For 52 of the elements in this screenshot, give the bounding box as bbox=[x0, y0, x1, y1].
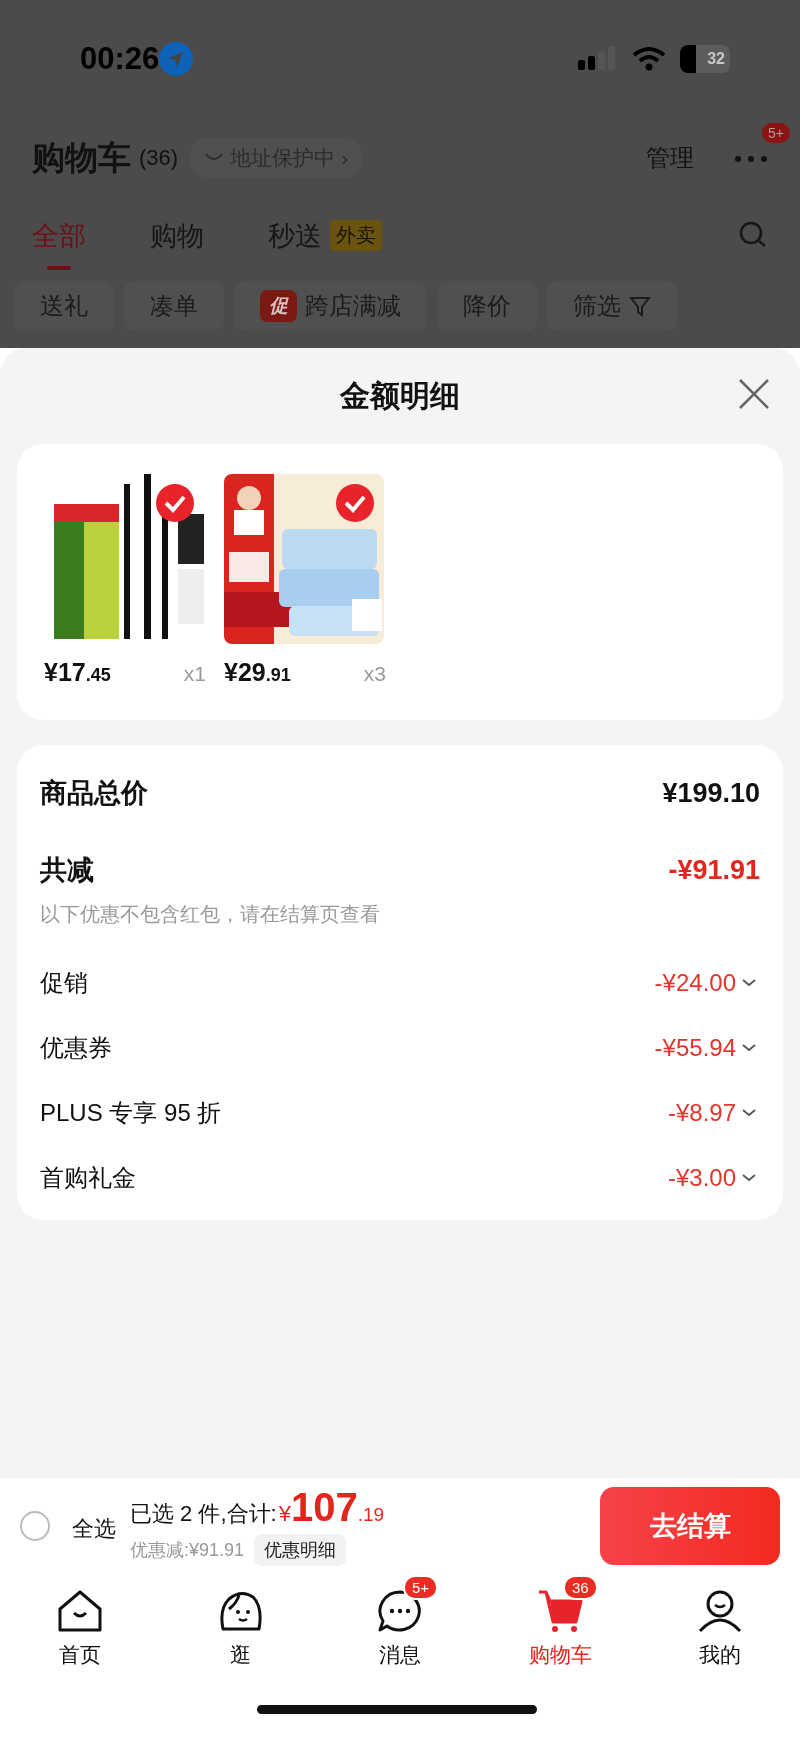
check-icon[interactable] bbox=[156, 484, 194, 522]
person-icon bbox=[697, 1589, 743, 1633]
nav-tab[interactable]: 我的 bbox=[640, 1573, 800, 1669]
select-all-checkbox[interactable] bbox=[20, 1510, 50, 1541]
checkout-button[interactable]: 去结算 bbox=[600, 1486, 780, 1565]
product-quantity: x3 bbox=[363, 662, 387, 686]
notification-badge: 5+ bbox=[762, 123, 790, 143]
page-title: 购物车 bbox=[32, 137, 131, 178]
close-icon bbox=[738, 378, 770, 410]
discount-amount[interactable]: -¥55.94 bbox=[648, 1032, 760, 1063]
select-all-label: 全选 bbox=[72, 1514, 116, 1543]
discount-item-label: 首购礼金 bbox=[40, 1162, 136, 1193]
chevron-down-icon bbox=[742, 1043, 756, 1052]
discount-detail-button[interactable]: 优惠明细 bbox=[254, 1534, 347, 1566]
discount-item-label: PLUS 专享 95 折 bbox=[40, 1097, 222, 1128]
total-label: 商品总价 bbox=[40, 777, 148, 810]
home-icon bbox=[57, 1589, 103, 1633]
chevron-down-icon bbox=[742, 1108, 756, 1117]
nav-tab[interactable]: 36 购物车 bbox=[480, 1573, 640, 1669]
status-time: 00:26 bbox=[80, 41, 160, 77]
delivery-tag: 外卖 bbox=[330, 220, 382, 251]
product-price: ¥29.91 bbox=[224, 658, 291, 687]
discount-amount[interactable]: -¥24.00 bbox=[648, 967, 760, 998]
chevron-down-icon bbox=[742, 978, 756, 987]
discount-value: -¥91.91 bbox=[668, 854, 760, 886]
product-quantity: x1 bbox=[183, 662, 207, 686]
nav-tab[interactable]: 首页 bbox=[0, 1573, 160, 1669]
count-badge: 36 bbox=[563, 1575, 598, 1600]
saving-amount: 优惠减:¥91.91 bbox=[130, 1539, 245, 1562]
discount-item-label: 促销 bbox=[40, 967, 88, 998]
nav-tab[interactable]: 5+ 消息 bbox=[320, 1573, 480, 1669]
discount-label: 共减 bbox=[40, 854, 94, 887]
sheet-title: 金额明细 bbox=[340, 377, 460, 414]
order-total: 已选 2 件,合计:¥107.19 bbox=[130, 1485, 385, 1530]
total-value: ¥199.10 bbox=[662, 777, 760, 809]
battery-icon: 32 bbox=[680, 45, 730, 73]
nav-tab[interactable]: 逛 bbox=[160, 1573, 320, 1669]
product-price: ¥17.45 bbox=[44, 658, 111, 687]
promo-tag: 促 bbox=[260, 290, 297, 322]
wifi-icon bbox=[632, 46, 666, 72]
discount-note: 以下优惠不包含红包，请在结算页查看 bbox=[40, 902, 381, 927]
count-badge: 5+ bbox=[403, 1575, 439, 1600]
face-icon bbox=[217, 1589, 263, 1633]
discount-amount[interactable]: -¥8.97 bbox=[661, 1097, 760, 1128]
item-count: (36) bbox=[139, 145, 179, 171]
chevron-down-icon bbox=[742, 1173, 756, 1182]
signal-icon bbox=[578, 46, 618, 72]
filter-icon bbox=[629, 295, 651, 317]
check-icon[interactable] bbox=[336, 484, 374, 522]
location-icon bbox=[159, 42, 194, 76]
discount-item-label: 优惠券 bbox=[40, 1032, 112, 1063]
discount-amount[interactable]: -¥3.00 bbox=[661, 1162, 760, 1193]
